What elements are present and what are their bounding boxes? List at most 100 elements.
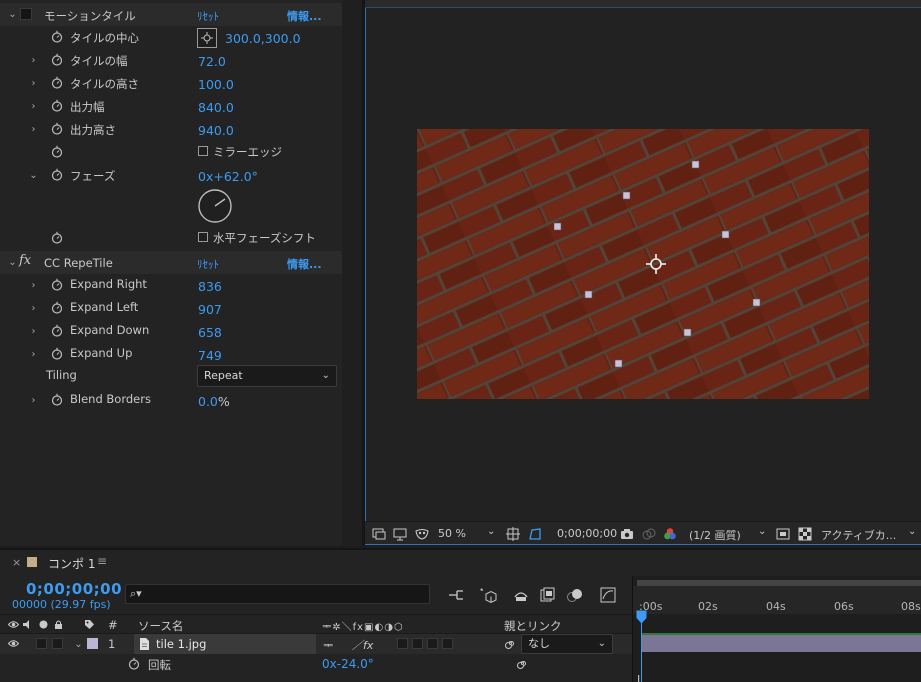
- layer-row[interactable]: ⌄ 1 tile 1.jpg ᆍ ／fx なし ⌄: [0, 634, 632, 654]
- tiling-dropdown[interactable]: Repeat ⌄: [197, 365, 337, 387]
- stopwatch-icon[interactable]: [51, 30, 63, 43]
- effects-scrollbar[interactable]: [342, 0, 362, 546]
- twirl-right-icon[interactable]: ›: [29, 56, 38, 66]
- prop-value[interactable]: 658: [198, 325, 222, 340]
- switch-box[interactable]: [442, 638, 453, 649]
- shy-switch[interactable]: ᆍ: [323, 637, 333, 653]
- twirl-right-icon[interactable]: ›: [29, 102, 38, 112]
- close-icon[interactable]: ×: [12, 556, 21, 569]
- resolution-dropdown[interactable]: (1/2 画質): [689, 527, 741, 543]
- composition-mini-flowchart-icon[interactable]: [447, 586, 465, 604]
- fx-icon[interactable]: fx: [19, 253, 31, 268]
- effect-toggle-icon[interactable]: [20, 8, 32, 20]
- shy-layers-icon[interactable]: [512, 586, 530, 604]
- twirl-right-icon[interactable]: ›: [29, 304, 38, 314]
- horizontal-phase-shift-checkbox[interactable]: [198, 232, 208, 242]
- prop-value[interactable]: 907: [198, 302, 222, 317]
- stopwatch-icon[interactable]: [128, 657, 140, 670]
- time-ruler[interactable]: :00s 02s 04s 06s 08s: [633, 586, 921, 614]
- column-source-name[interactable]: ソース名: [138, 618, 183, 634]
- solo-icon[interactable]: [38, 619, 49, 630]
- phase-dial-icon[interactable]: [196, 187, 234, 225]
- rotation-value[interactable]: 0x-24.0°: [322, 657, 374, 671]
- mirror-edges-checkbox[interactable]: [198, 146, 208, 156]
- stopwatch-icon[interactable]: [51, 324, 63, 337]
- panel-menu-icon[interactable]: ≡: [97, 554, 107, 568]
- twirl-down-icon[interactable]: ⌄: [74, 640, 83, 650]
- viewer-timecode[interactable]: 0;00;00;00: [557, 527, 617, 540]
- camera-snapshot-icon[interactable]: [619, 526, 635, 542]
- grid-guides-icon[interactable]: [505, 526, 521, 542]
- motion-blur-icon[interactable]: [566, 586, 584, 604]
- label-color-swatch[interactable]: [87, 638, 98, 649]
- pick-whip-spiral-icon[interactable]: [517, 658, 528, 669]
- effect-switch[interactable]: ／fx: [352, 637, 373, 653]
- frame-blending-icon[interactable]: [539, 586, 557, 604]
- prop-value[interactable]: 836: [198, 279, 222, 294]
- current-time-display[interactable]: 0;00;00;00: [26, 580, 122, 598]
- switch-box[interactable]: [397, 638, 408, 649]
- chevron-down-icon[interactable]: ⌄: [908, 526, 916, 537]
- twirl-down-icon[interactable]: ⌄: [8, 258, 17, 268]
- prop-value[interactable]: 0x+62.0°: [198, 169, 258, 184]
- twirl-down-icon[interactable]: ⌄: [8, 10, 17, 20]
- twirl-right-icon[interactable]: ›: [29, 281, 38, 291]
- pick-whip-spiral-icon[interactable]: [505, 638, 516, 649]
- mask-icon[interactable]: [414, 526, 430, 542]
- region-of-interest-icon[interactable]: [775, 526, 791, 542]
- point-control-icon[interactable]: [197, 28, 217, 48]
- reset-button[interactable]: ﾘｾｯﾄ: [197, 8, 219, 24]
- composition-canvas[interactable]: [417, 129, 869, 399]
- monitor-icon[interactable]: [392, 526, 408, 542]
- twirl-right-icon[interactable]: ›: [29, 125, 38, 135]
- twirl-right-icon[interactable]: ›: [29, 327, 38, 337]
- stopwatch-icon[interactable]: [51, 347, 63, 360]
- active-camera-dropdown[interactable]: アクティブカ...: [821, 527, 896, 543]
- layer-duration-bar[interactable]: [641, 633, 921, 652]
- stopwatch-icon[interactable]: [51, 122, 63, 135]
- switch-box[interactable]: [427, 638, 438, 649]
- about-button[interactable]: 情報...: [287, 8, 322, 24]
- timeline-graph-area[interactable]: :00s 02s 04s 06s 08s I: [632, 576, 921, 682]
- eye-icon[interactable]: [8, 619, 19, 630]
- lock-icon[interactable]: [53, 619, 64, 630]
- chevron-down-icon[interactable]: ⌄: [487, 526, 495, 537]
- reset-button[interactable]: ﾘｾｯﾄ: [197, 256, 219, 272]
- stopwatch-icon[interactable]: [51, 301, 63, 314]
- twirl-down-icon[interactable]: ⌄: [29, 171, 38, 181]
- show-snapshot-icon[interactable]: [641, 526, 657, 542]
- switch-box[interactable]: [412, 638, 423, 649]
- prop-value[interactable]: 0.0%: [198, 394, 230, 409]
- twirl-right-icon[interactable]: ›: [29, 396, 38, 406]
- mask-path-icon[interactable]: [527, 526, 543, 542]
- about-button[interactable]: 情報...: [287, 256, 322, 272]
- prop-value[interactable]: 840.0: [198, 100, 234, 115]
- prop-value[interactable]: 100.0: [198, 77, 234, 92]
- stopwatch-icon[interactable]: [51, 53, 63, 66]
- parent-dropdown[interactable]: なし ⌄: [521, 634, 613, 654]
- transparency-grid-icon[interactable]: [797, 526, 813, 542]
- prop-value[interactable]: 940.0: [198, 123, 234, 138]
- layer-search-input[interactable]: ⌕▾: [125, 584, 430, 604]
- effect-header-motion-tile[interactable]: ⌄ モーションタイル ﾘｾｯﾄ 情報...: [0, 3, 342, 26]
- graph-editor-icon[interactable]: [599, 586, 617, 604]
- audio-icon[interactable]: [22, 619, 33, 630]
- lock-switch[interactable]: [52, 638, 63, 649]
- stopwatch-icon[interactable]: [51, 278, 63, 291]
- visibility-eye-icon[interactable]: [8, 638, 19, 649]
- twirl-right-icon[interactable]: ›: [29, 350, 38, 360]
- draft-3d-icon[interactable]: [479, 586, 497, 604]
- playhead-icon[interactable]: [636, 610, 647, 624]
- layer-name-cell[interactable]: tile 1.jpg: [134, 634, 316, 654]
- tab-comp-1[interactable]: コンポ 1: [48, 555, 95, 572]
- twirl-right-icon[interactable]: ›: [29, 79, 38, 89]
- zoom-level[interactable]: 50 %: [438, 527, 466, 540]
- column-parent-link[interactable]: 親とリンク: [504, 618, 562, 634]
- stopwatch-icon[interactable]: [51, 231, 63, 244]
- label-tag-icon[interactable]: [84, 619, 95, 630]
- stopwatch-icon[interactable]: [51, 168, 63, 181]
- prop-value[interactable]: 749: [198, 348, 222, 363]
- chevron-down-icon[interactable]: ⌄: [758, 526, 766, 537]
- prop-value[interactable]: 72.0: [198, 54, 226, 69]
- solo-switch[interactable]: [36, 638, 47, 649]
